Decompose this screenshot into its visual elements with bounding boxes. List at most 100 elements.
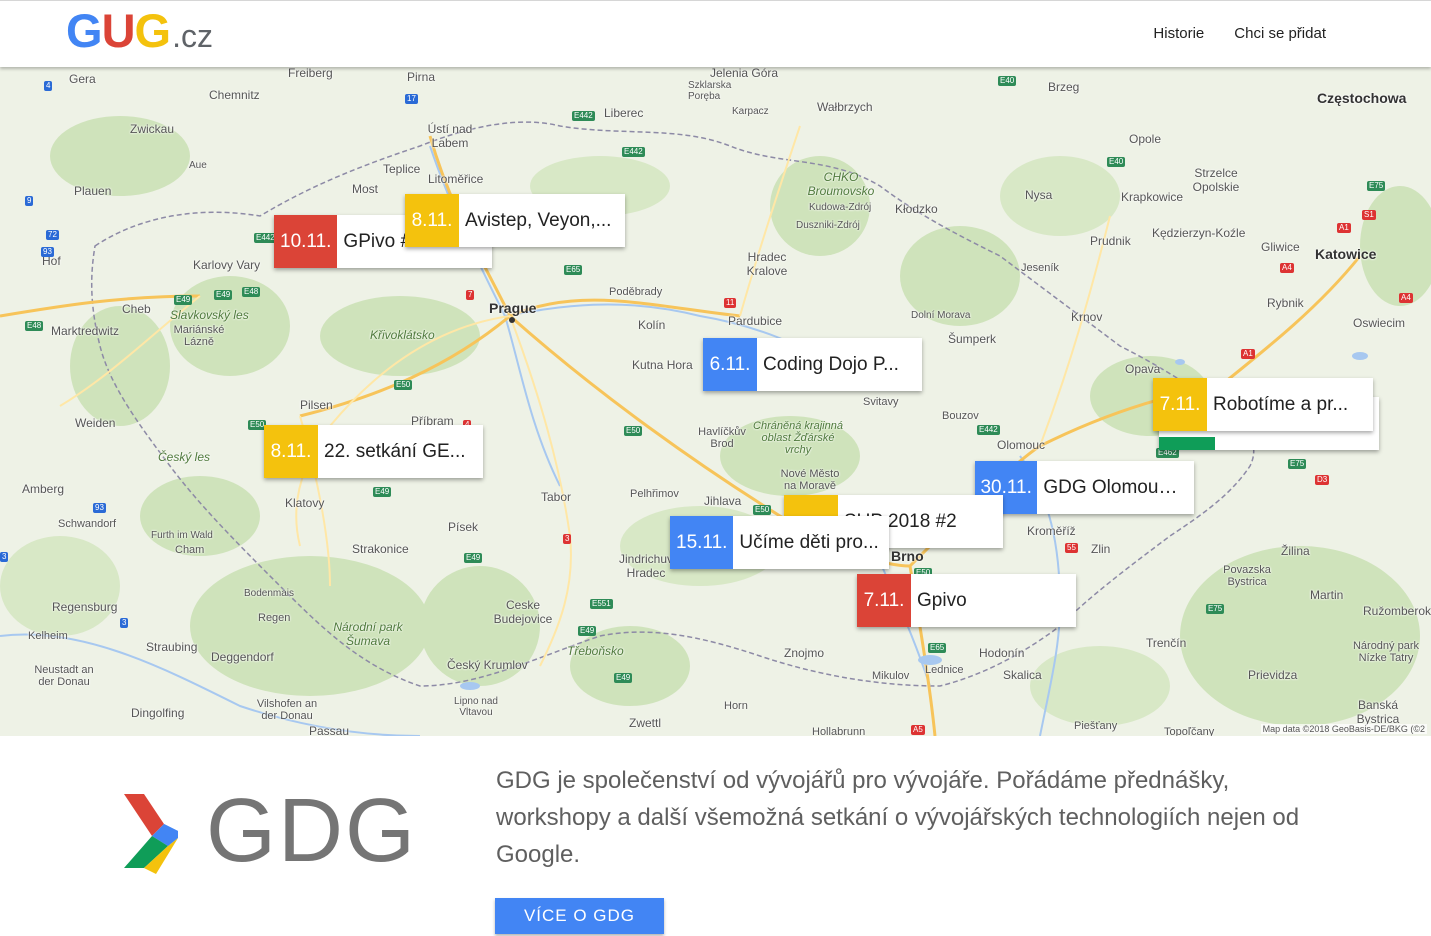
place-label: Regen <box>258 612 291 624</box>
road-shield: E442 <box>572 111 595 121</box>
place-label: Opole <box>1129 132 1162 146</box>
place-label: Hollabrunn <box>812 726 866 736</box>
place-label: Passau <box>309 724 350 736</box>
place-label: Prievidza <box>1248 668 1298 682</box>
event-title: Učíme děti pro... <box>739 531 879 553</box>
road-shield: E49 <box>373 487 392 497</box>
place-label: Aue <box>189 160 207 171</box>
road-shield: E442 <box>977 425 1000 435</box>
place-label: Dolní Morava <box>911 310 971 321</box>
event-color-strip <box>1159 437 1215 450</box>
place-label: Žilina <box>1281 544 1310 558</box>
road-shield: 72 <box>46 230 59 240</box>
place-label: Šumperk <box>948 332 997 346</box>
place-label: Pelhřimov <box>630 488 679 500</box>
road-shield: E50 <box>394 380 413 390</box>
road-shield: 3 <box>563 534 572 544</box>
place-label: Kutna Hora <box>632 358 693 372</box>
place-label: Litoměřice <box>428 172 484 186</box>
place-label: Ústí nad Labem <box>427 122 473 150</box>
gdg-description: GDG je společenství od vývojářů pro vývo… <box>496 767 1300 868</box>
gdg-logo: GDG <box>122 786 417 876</box>
place-label: Deggendorf <box>211 650 274 664</box>
event-marker[interactable]: 8.11. 22. setkání GE... <box>264 425 483 478</box>
nav-link-chci-se-pridat[interactable]: Chci se přidat <box>1234 25 1326 42</box>
event-marker[interactable]: 7.11. Gpivo <box>857 574 1076 627</box>
road-shield: E49 <box>174 295 193 305</box>
header: G U G .cz Historie Chci se přidat <box>0 0 1431 67</box>
event-marker[interactable]: 15.11. Učíme děti pro... <box>670 516 889 569</box>
place-label: Cheb <box>122 302 151 316</box>
place-label: Národný park Nízke Tatry <box>1352 640 1420 664</box>
event-date: 6.11. <box>703 338 757 391</box>
about-section: GDG GDG je společenství od vývojářů pro … <box>0 736 1431 936</box>
place-label: Pilsen <box>300 398 333 412</box>
road-shield: D3 <box>1315 475 1330 485</box>
nav-link-historie[interactable]: Historie <box>1153 25 1204 42</box>
place-label: Křivoklátsko <box>370 328 435 342</box>
site-logo[interactable]: G U G .cz <box>66 3 213 59</box>
place-label: Kelheim <box>28 630 68 642</box>
place-label: Kędzierzyn-Koźle <box>1152 226 1246 240</box>
place-label: Olomouc <box>997 438 1046 452</box>
road-shield: E40 <box>1107 157 1126 167</box>
place-label: Nové Město na Moravě <box>780 468 840 492</box>
road-shield: E49 <box>614 673 633 683</box>
events-map[interactable]: Gera Freiberg Pirna Jelenia Góra Brzeg C… <box>0 66 1431 736</box>
place-label: Klatovy <box>285 496 325 510</box>
place-label: Krapkowice <box>1121 190 1184 204</box>
place-label: Furth im Wald <box>151 530 213 541</box>
event-marker[interactable]: 6.11. Coding Dojo P... <box>703 338 922 391</box>
place-label: Częstochowa <box>1317 90 1407 106</box>
place-label: Brno <box>891 548 924 564</box>
logo-letter-g1: G <box>66 4 103 57</box>
place-label: Brzeg <box>1048 80 1080 94</box>
place-label: Pardubice <box>728 314 783 328</box>
road-shield: E551 <box>590 599 613 609</box>
place-label: Liberec <box>604 106 644 120</box>
place-label: Zwettl <box>629 716 662 730</box>
place-label: Opava <box>1125 362 1161 376</box>
place-label: Prague <box>489 300 537 316</box>
road-shield: E50 <box>624 426 643 436</box>
place-label: Weiden <box>75 416 116 430</box>
place-label: Chráněná krajinná oblast Žďárské vrchy <box>753 420 843 456</box>
place-label: Bodenmais <box>244 588 295 599</box>
road-shield: 4 <box>44 81 53 91</box>
road-shield: E40 <box>998 76 1017 86</box>
place-label: Krnov <box>1071 310 1103 324</box>
place-label: Mariánské Lázně <box>173 324 225 348</box>
place-label: Strzelce Opolskie <box>1192 166 1240 194</box>
place-label: Martin <box>1310 588 1344 602</box>
place-label: Plauen <box>74 184 112 198</box>
place-label: Mikulov <box>872 670 910 682</box>
place-label: Kolín <box>638 318 666 332</box>
event-title: Gpivo <box>917 589 967 611</box>
road-shield: E442 <box>622 147 645 157</box>
event-marker[interactable]: 30.11. GDG Olomouc:... <box>975 461 1194 514</box>
place-label: Horn <box>724 700 748 712</box>
place-label: Freiberg <box>288 66 333 80</box>
place-label: Jelenia Góra <box>710 66 779 80</box>
place-label: Slavkovský les <box>170 308 249 322</box>
event-date: 8.11. <box>405 194 459 247</box>
road-shield: E50 <box>753 505 772 515</box>
road-shield: E49 <box>578 626 597 636</box>
place-label: Gera <box>69 72 96 86</box>
place-label: Duszniki-Zdrój <box>796 220 860 231</box>
place-label: Rybnik <box>1267 296 1304 310</box>
main-nav: Historie Chci se přidat <box>1153 25 1326 42</box>
event-marker[interactable]: 7.11. Robotíme a pr... <box>1153 378 1373 431</box>
road-shield: 9 <box>25 196 34 206</box>
place-label: Wałbrzych <box>817 100 873 114</box>
event-marker[interactable]: 8.11. Avistep, Veyon,... <box>405 194 625 247</box>
road-shield: A1 <box>1241 349 1255 359</box>
place-label: Poděbrady <box>609 286 663 298</box>
place-label: Chemnitz <box>209 88 260 102</box>
more-about-gdg-button[interactable]: VÍCE O GDG <box>495 898 664 934</box>
place-label: Skalica <box>1003 668 1042 682</box>
road-shield: E49 <box>464 553 483 563</box>
event-title: Coding Dojo P... <box>763 353 899 375</box>
event-date: 15.11. <box>670 516 734 569</box>
place-label: Český Krumlov <box>447 658 528 672</box>
